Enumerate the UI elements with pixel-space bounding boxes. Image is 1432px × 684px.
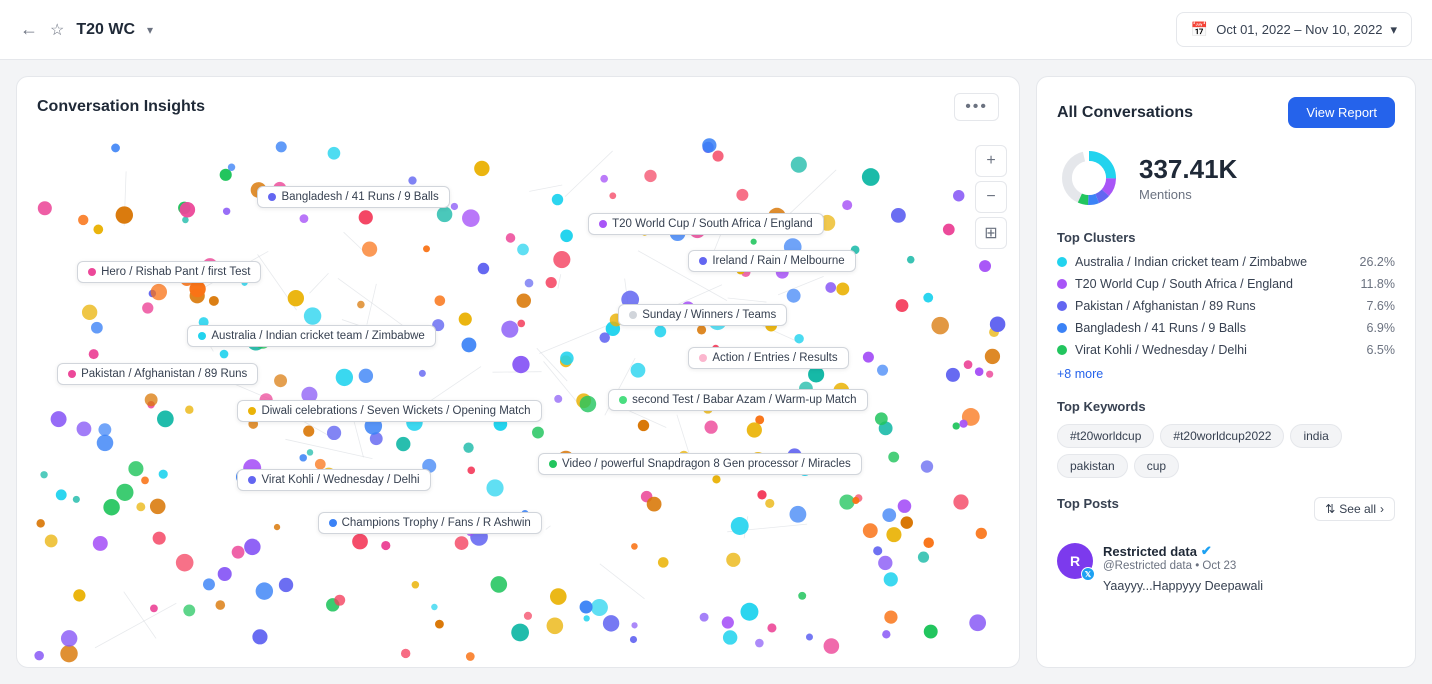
verified-icon: ✔ xyxy=(1201,543,1212,559)
title-chevron-icon[interactable]: ▾ xyxy=(147,23,153,37)
cluster-dot xyxy=(1057,301,1067,311)
cluster-pct: 11.8% xyxy=(1360,277,1395,291)
keyword-tags: #t20worldcup#t20worldcup2022india pakista… xyxy=(1057,424,1395,478)
cluster-label: Ireland / Rain / Melbourne xyxy=(688,250,855,272)
calendar-icon: 📅 xyxy=(1191,21,1208,38)
date-range-button[interactable]: 📅 Oct 01, 2022 – Nov 10, 2022 ▾ xyxy=(1176,12,1412,47)
cluster-row[interactable]: Australia / Indian cricket team / Zimbab… xyxy=(1057,255,1395,269)
zoom-out-button[interactable]: − xyxy=(975,181,1007,213)
cluster-pct: 6.5% xyxy=(1367,343,1396,357)
cluster-label: Virat Kohli / Wednesday / Delhi xyxy=(237,469,430,491)
cluster-pct: 26.2% xyxy=(1360,255,1395,269)
see-all-button[interactable]: ⇅ See all › xyxy=(1314,497,1395,521)
cluster-name: Virat Kohli / Wednesday / Delhi xyxy=(1075,343,1359,357)
cluster-label: Champions Trophy / Fans / R Ashwin xyxy=(318,512,542,534)
cluster-dot xyxy=(1057,279,1067,289)
all-conversations-title: All Conversations xyxy=(1057,104,1193,122)
cluster-row[interactable]: Virat Kohli / Wednesday / Delhi 6.5% xyxy=(1057,343,1395,357)
post-text: Yaayyy...Happyyy Deepawali xyxy=(1103,578,1395,596)
cluster-pct: 6.9% xyxy=(1367,321,1396,335)
cluster-label: Video / powerful Snapdragon 8 Gen proces… xyxy=(538,453,862,475)
view-report-button[interactable]: View Report xyxy=(1288,97,1395,128)
top-posts-title: Top Posts xyxy=(1057,496,1119,511)
cluster-dot xyxy=(1057,323,1067,333)
cluster-row[interactable]: Pakistan / Afghanistan / 89 Runs 7.6% xyxy=(1057,299,1395,313)
right-panel-header: All Conversations View Report xyxy=(1057,97,1395,128)
top-clusters-title: Top Clusters xyxy=(1057,230,1395,245)
cluster-label: second Test / Babar Azam / Warm-up Match xyxy=(608,389,867,411)
cluster-row[interactable]: T20 World Cup / South Africa / England 1… xyxy=(1057,277,1395,291)
cluster-label: Hero / Rishab Pant / first Test xyxy=(77,261,261,283)
back-button[interactable]: ← xyxy=(20,19,38,40)
more-options-button[interactable]: ••• xyxy=(954,93,999,121)
panel-header: Conversation Insights ••• xyxy=(17,77,1019,133)
date-chevron-icon: ▾ xyxy=(1390,22,1397,38)
viz-container[interactable]: Bangladesh / 41 Runs / 9 Balls T20 World … xyxy=(17,133,1019,667)
top-keywords-section: Top Keywords #t20worldcup#t20worldcup202… xyxy=(1057,399,1395,478)
keyword-tag[interactable]: pakistan xyxy=(1057,454,1128,478)
see-all-chevron-icon: › xyxy=(1380,502,1384,516)
sort-icon: ⇅ xyxy=(1325,502,1335,516)
donut-chart xyxy=(1057,146,1121,210)
scatter-plot xyxy=(17,133,1019,667)
conversation-insights-panel: Conversation Insights ••• Bangladesh / 4… xyxy=(16,76,1020,668)
post-handle: @Restricted data • Oct 23 xyxy=(1103,560,1395,572)
cluster-name: Australia / Indian cricket team / Zimbab… xyxy=(1075,255,1352,269)
top-keywords-title: Top Keywords xyxy=(1057,399,1395,414)
keyword-tag[interactable]: india xyxy=(1290,424,1341,448)
more-clusters-link[interactable]: +8 more xyxy=(1057,367,1103,381)
cluster-label: Bangladesh / 41 Runs / 9 Balls xyxy=(257,186,449,208)
cluster-label: T20 World Cup / South Africa / England xyxy=(588,213,824,235)
cluster-dot xyxy=(1057,345,1067,355)
zoom-fit-button[interactable]: ⊞ xyxy=(975,217,1007,249)
cluster-row[interactable]: Bangladesh / 41 Runs / 9 Balls 6.9% xyxy=(1057,321,1395,335)
see-all-label: See all xyxy=(1339,502,1376,516)
main-layout: Conversation Insights ••• Bangladesh / 4… xyxy=(0,60,1432,684)
favorite-icon[interactable]: ☆ xyxy=(50,20,64,40)
top-posts-section: Top Posts ⇅ See all › R 𝕏 Restricted dat… xyxy=(1057,496,1395,596)
top-clusters-section: Top Clusters Australia / Indian cricket … xyxy=(1057,230,1395,399)
cluster-name: T20 World Cup / South Africa / England xyxy=(1075,277,1352,291)
cluster-label: Pakistan / Afghanistan / 89 Runs xyxy=(57,363,258,385)
zoom-in-button[interactable]: + xyxy=(975,145,1007,177)
mentions-label: Mentions xyxy=(1139,187,1237,202)
cluster-label: Australia / Indian cricket team / Zimbab… xyxy=(187,325,435,347)
header: ← ☆ T20 WC ▾ 📅 Oct 01, 2022 – Nov 10, 20… xyxy=(0,0,1432,60)
platform-badge-icon: 𝕏 xyxy=(1081,567,1095,581)
cluster-label: Diwali celebrations / Seven Wickets / Op… xyxy=(237,400,541,422)
post-author-name: Restricted data xyxy=(1103,544,1197,559)
cluster-label: Sunday / Winners / Teams xyxy=(618,304,787,326)
keyword-tag[interactable]: #t20worldcup xyxy=(1057,424,1154,448)
page-title: T20 WC xyxy=(76,21,135,39)
cluster-name: Pakistan / Afghanistan / 89 Runs xyxy=(1075,299,1359,313)
back-icon: ← xyxy=(20,19,38,40)
cluster-pct: 7.6% xyxy=(1367,299,1396,313)
panel-title: Conversation Insights xyxy=(37,98,205,116)
keyword-tag[interactable]: #t20worldcup2022 xyxy=(1160,424,1284,448)
stats-row: 337.41K Mentions xyxy=(1057,146,1395,210)
right-panel: All Conversations View Report 337.41K xyxy=(1036,76,1416,668)
cluster-dot xyxy=(1057,257,1067,267)
post-item: R 𝕏 Restricted data ✔ @Restricted data •… xyxy=(1057,533,1395,596)
cluster-name: Bangladesh / 41 Runs / 9 Balls xyxy=(1075,321,1359,335)
post-meta: Restricted data ✔ @Restricted data • Oct… xyxy=(1103,543,1395,596)
date-range-label: Oct 01, 2022 – Nov 10, 2022 xyxy=(1216,22,1382,37)
avatar: R 𝕏 xyxy=(1057,543,1093,579)
keyword-tag[interactable]: cup xyxy=(1134,454,1179,478)
top-posts-header: Top Posts ⇅ See all › xyxy=(1057,496,1395,521)
zoom-controls: + − ⊞ xyxy=(975,145,1007,249)
mentions-count: 337.41K xyxy=(1139,154,1237,185)
cluster-label: Action / Entries / Results xyxy=(688,347,848,369)
